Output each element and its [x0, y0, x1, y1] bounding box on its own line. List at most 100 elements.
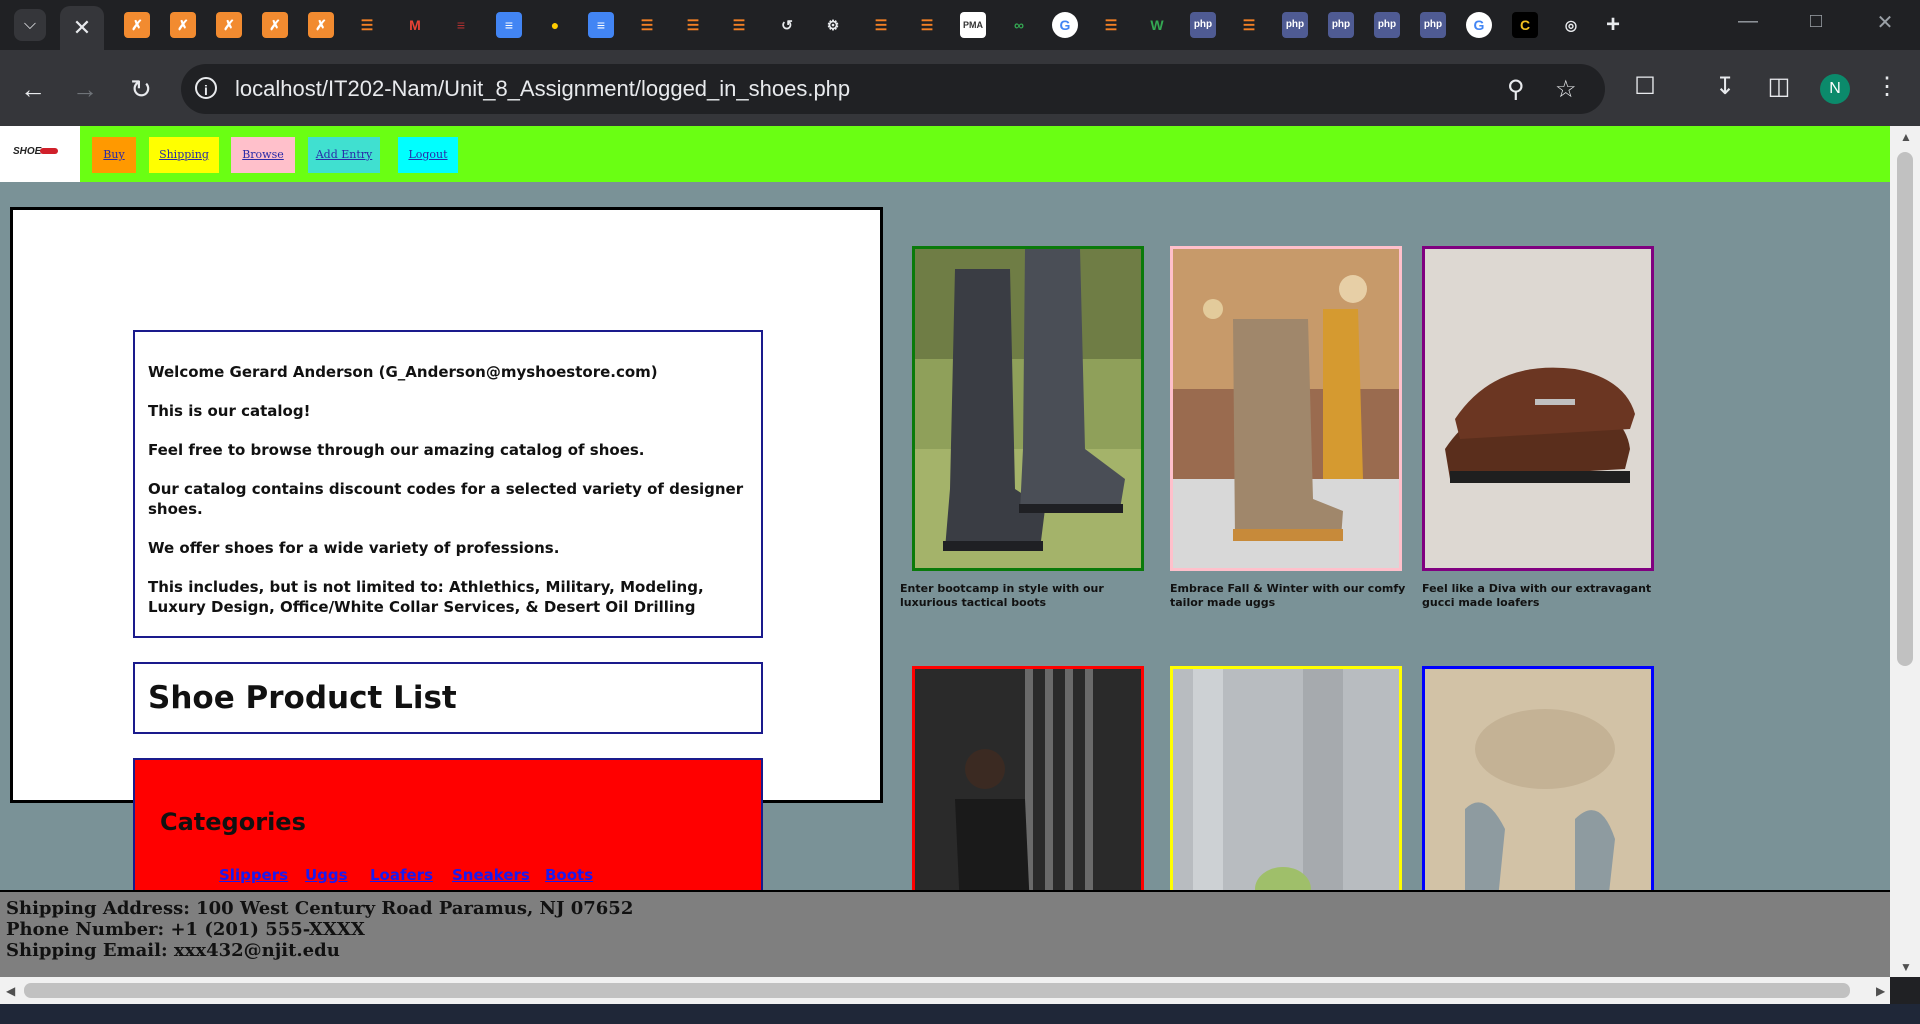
stackoverflow-tab-icon[interactable]: ☰ — [914, 12, 940, 38]
logo-text: SHOE — [13, 146, 42, 157]
horizontal-scroll-thumb[interactable] — [24, 983, 1850, 998]
shipping-footer: Shipping Address: 100 West Century Road … — [0, 890, 1890, 977]
stackoverflow-tab-icon[interactable]: ☰ — [726, 12, 752, 38]
category-sneakers-link[interactable]: Sneakers — [452, 866, 530, 884]
profile-avatar[interactable]: N — [1820, 74, 1850, 104]
google-tab-icon[interactable]: G — [1052, 12, 1078, 38]
forward-icon[interactable]: → — [68, 72, 102, 106]
menu-icon[interactable]: ⋮ — [1870, 72, 1904, 101]
side-panel-icon[interactable]: ◫ — [1762, 72, 1796, 101]
back-icon[interactable]: ← — [16, 72, 50, 106]
close-icon[interactable]: ✕ — [73, 15, 91, 40]
stackoverflow-tab-icon[interactable]: ☰ — [680, 12, 706, 38]
google-tab-icon[interactable]: G — [1466, 12, 1492, 38]
php-tab-icon[interactable]: php — [1282, 12, 1308, 38]
minimize-icon[interactable]: — — [1733, 10, 1763, 33]
uggs-image-art — [1173, 249, 1399, 568]
browser-toolbar: ← → ↻ i localhost/IT202-Nam/Unit_8_Assig… — [0, 50, 1920, 126]
vertical-scrollbar[interactable]: ▲ ▼ — [1890, 126, 1920, 977]
categories-title: Categories — [160, 808, 306, 836]
new-tab-icon[interactable]: + — [1600, 12, 1626, 38]
welcome-line: We offer shoes for a wide variety of pro… — [148, 539, 560, 557]
welcome-line: This is our catalog! — [148, 402, 311, 420]
xampp-tab-icon[interactable]: ✗ — [262, 12, 288, 38]
category-boots-link[interactable]: Boots — [545, 866, 593, 884]
nav-browse-link[interactable]: Browse — [231, 137, 295, 173]
welcome-line: Welcome Gerard Anderson (G_Anderson@mysh… — [148, 363, 658, 381]
maximize-icon[interactable]: □ — [1801, 10, 1831, 33]
nav-logout-link[interactable]: Logout — [398, 137, 458, 173]
welcome-box: Welcome Gerard Anderson (G_Anderson@mysh… — [133, 330, 763, 638]
horizontal-scrollbar[interactable]: ◀ ▶ — [0, 977, 1890, 1004]
window-close-icon[interactable]: ✕ — [1870, 10, 1900, 35]
nav-add-entry-link[interactable]: Add Entry — [308, 137, 380, 173]
zoom-icon[interactable]: ⚲ — [1507, 75, 1525, 104]
php-tab-icon[interactable]: php — [1420, 12, 1446, 38]
stackoverflow-tab-icon[interactable]: ☰ — [868, 12, 894, 38]
nav-buy-link[interactable]: Buy — [92, 137, 136, 173]
gallery-caption: Enter bootcamp in style with our luxurio… — [900, 582, 1104, 609]
loafers-image[interactable] — [1422, 246, 1654, 571]
w3schools-tab-icon[interactable]: W — [1144, 12, 1170, 38]
welcome-line: Our catalog contains discount codes for … — [148, 480, 744, 518]
bookmark-star-icon[interactable]: ☆ — [1555, 75, 1577, 104]
address-bar[interactable]: i localhost/IT202-Nam/Unit_8_Assignment/… — [181, 64, 1605, 114]
footer-address: Shipping Address: 100 West Century Road … — [6, 898, 634, 919]
site-info-icon[interactable]: i — [195, 77, 217, 99]
stackoverflow-tab-icon[interactable]: ☰ — [354, 12, 380, 38]
active-tab[interactable]: ✕ — [60, 6, 104, 50]
php-tab-icon[interactable]: php — [1328, 12, 1354, 38]
category-slippers-link[interactable]: Slippers — [219, 866, 288, 884]
footer-email: Shipping Email: xxx432@njit.edu — [6, 940, 340, 961]
stackoverflow-tab-icon[interactable]: ☰ — [1098, 12, 1124, 38]
url-text[interactable]: localhost/IT202-Nam/Unit_8_Assignment/lo… — [235, 76, 850, 102]
welcome-line: Feel free to browse through our amazing … — [148, 441, 645, 459]
xampp-tab-icon[interactable]: ✗ — [308, 12, 334, 38]
pma-tab-icon[interactable]: PMA — [960, 12, 986, 38]
chrome-tab-icon[interactable]: ◎ — [1558, 12, 1584, 38]
nav-shipping-link[interactable]: Shipping — [149, 137, 219, 173]
php-tab-icon[interactable]: php — [1374, 12, 1400, 38]
tab-icon[interactable]: ● — [542, 12, 568, 38]
docs-tab-icon[interactable]: ≡ — [496, 12, 522, 38]
extensions-icon[interactable]: ☐ — [1628, 72, 1662, 101]
download-icon[interactable]: ↧ — [1708, 72, 1742, 101]
scroll-down-icon[interactable]: ▼ — [1900, 960, 1912, 974]
scroll-left-icon[interactable]: ◀ — [6, 984, 15, 998]
shoe-logo-icon — [40, 148, 58, 154]
welcome-line: This includes, but is not limited to: At… — [148, 578, 704, 616]
stackoverflow-tab-icon[interactable]: ☰ — [634, 12, 660, 38]
tab-search-button[interactable]: ⌵ — [14, 9, 46, 41]
xampp-tab-icon[interactable]: ✗ — [216, 12, 242, 38]
product-list-title: Shoe Product List — [148, 680, 457, 716]
settings-tab-icon[interactable]: ⚙ — [820, 12, 846, 38]
reload-icon[interactable]: ↻ — [124, 72, 158, 106]
history-tab-icon[interactable]: ↺ — [774, 12, 800, 38]
site-nav-bar: SHOE Buy Shipping Browse Add Entry Logou… — [0, 126, 1890, 182]
page-viewport: SHOE Buy Shipping Browse Add Entry Logou… — [0, 126, 1890, 977]
product-list-title-box: Shoe Product List — [133, 662, 763, 734]
xampp-tab-icon[interactable]: ✗ — [124, 12, 150, 38]
os-taskbar — [0, 1004, 1920, 1024]
tab-icon[interactable]: C — [1512, 12, 1538, 38]
boots-image-art — [915, 249, 1141, 568]
gmail-tab-icon[interactable]: M — [402, 12, 428, 38]
tab-icon[interactable]: ∞ — [1006, 12, 1032, 38]
stackoverflow-tab-icon[interactable]: ☰ — [1236, 12, 1262, 38]
php-tab-icon[interactable]: php — [1190, 12, 1216, 38]
vertical-scroll-thumb[interactable] — [1897, 152, 1913, 666]
uggs-image[interactable] — [1170, 246, 1402, 571]
tab-strip: ⌵ ✕ ✗ ✗ ✗ ✗ ✗ ☰ M ≡ ≡ ● ≡ ☰ ☰ ☰ ↺ ⚙ ☰ ☰ … — [0, 0, 1920, 50]
loafers-image-art — [1425, 249, 1651, 568]
site-logo[interactable]: SHOE — [0, 126, 80, 182]
scroll-up-icon[interactable]: ▲ — [1900, 130, 1912, 144]
scroll-right-icon[interactable]: ▶ — [1876, 984, 1885, 998]
gallery-caption: Embrace Fall & Winter with our comfy tai… — [1170, 582, 1406, 609]
docs-tab-icon[interactable]: ≡ — [588, 12, 614, 38]
tab-icon[interactable]: ≡ — [448, 12, 474, 38]
tactical-boots-image[interactable] — [912, 246, 1144, 571]
footer-phone: Phone Number: +1 (201) 555-XXXX — [6, 919, 365, 940]
xampp-tab-icon[interactable]: ✗ — [170, 12, 196, 38]
category-uggs-link[interactable]: Uggs — [305, 866, 348, 884]
category-loafers-link[interactable]: Loafers — [370, 866, 433, 884]
